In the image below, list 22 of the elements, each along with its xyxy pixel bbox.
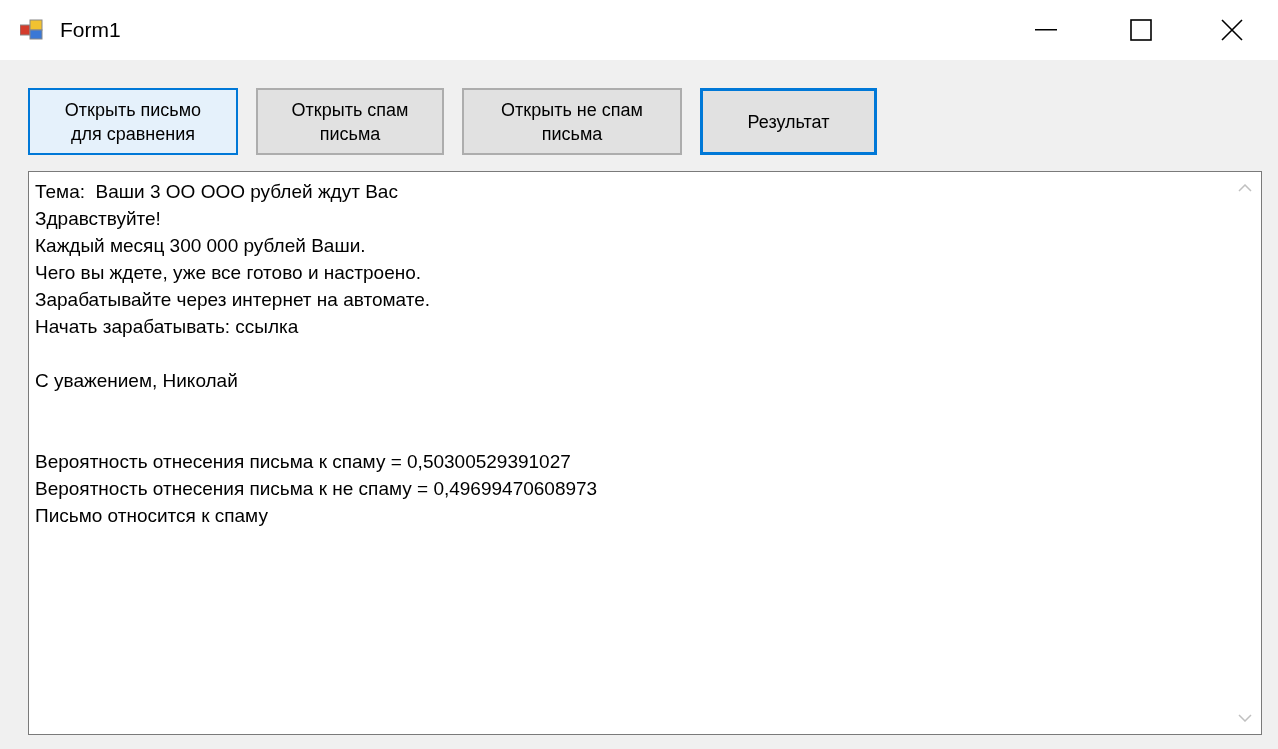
minimize-icon <box>1035 29 1057 31</box>
action-button[interactable]: Результат <box>700 88 877 155</box>
text-line: Начать зарабатывать: ссылка <box>35 315 299 339</box>
close-icon <box>1221 19 1243 41</box>
window-title: Form1 <box>60 17 121 44</box>
text-box[interactable] <box>28 171 1262 735</box>
text-line: Зарабатывайте через интернет на автомате. <box>35 288 431 312</box>
text-line: Вероятность отнесения письма к не спаму = 0,49699470608973 <box>35 477 598 501</box>
app-icon <box>20 19 44 41</box>
maximize-icon <box>1130 19 1152 41</box>
scroll-down-icon[interactable] <box>1238 714 1252 722</box>
text-line: Тема: Ваши 3 ОО ООО рублей ждут Вас <box>35 180 398 204</box>
text-line: С уважением, Николай <box>35 369 238 393</box>
text-line: Вероятность отнесения письма к спаму = 0,50300529391027 <box>35 450 571 474</box>
text-line: Чего вы ждете, уже все готово и настроено. <box>35 261 422 285</box>
text-line: Письмо относится к спаму <box>35 504 268 528</box>
scroll-up-icon[interactable] <box>1238 184 1252 192</box>
action-button[interactable]: Открыть спам письма <box>256 88 444 155</box>
action-button[interactable]: Открыть не спам письма <box>462 88 682 155</box>
text-line: Здравствуйте! <box>35 207 161 231</box>
action-button[interactable]: Открыть письмо для сравнения <box>28 88 238 155</box>
text-line: Каждый месяц 300 000 рублей Ваши. <box>35 234 366 258</box>
